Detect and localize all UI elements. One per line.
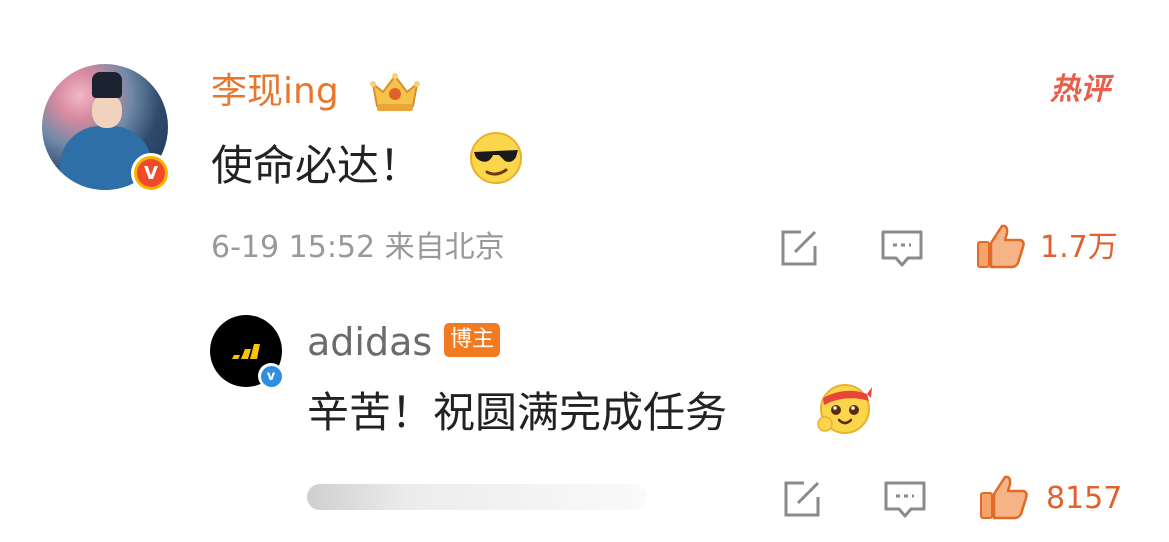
- comment-username[interactable]: 李现ing: [211, 68, 339, 116]
- verified-badge-icon: v: [258, 363, 284, 389]
- comment-time: 15:52: [288, 230, 376, 265]
- avatar-face: [92, 94, 122, 128]
- like-thumb-icon[interactable]: [978, 473, 1030, 521]
- comment-location: 来自北京: [384, 230, 505, 265]
- comment-text: 使命必达！: [211, 141, 422, 190]
- hot-comment-badge: 热评: [1050, 72, 1110, 107]
- comment-meta: 6-19 15:52 来自北京: [211, 228, 505, 268]
- blessing-emoji-icon: [815, 378, 873, 436]
- reply-username[interactable]: adidas: [307, 318, 432, 366]
- like-thumb-icon[interactable]: [975, 222, 1027, 270]
- like-count: 1.7万: [1040, 230, 1118, 265]
- share-icon[interactable]: [777, 226, 821, 270]
- blogger-badge: 博主: [444, 323, 501, 357]
- verified-badge-icon: V: [131, 153, 171, 193]
- like-count: 8157: [1046, 481, 1123, 516]
- comment-date: 6-19: [211, 230, 280, 265]
- crown-icon: [367, 70, 423, 114]
- reply-text: 辛苦！祝圆满完成任务: [307, 388, 728, 437]
- comment-icon[interactable]: [883, 477, 927, 521]
- comment-icon[interactable]: [880, 226, 924, 270]
- share-icon[interactable]: [780, 477, 824, 521]
- blurred-meta: [307, 484, 647, 510]
- cool-sunglasses-emoji-icon: [468, 130, 524, 186]
- avatar-hat: [92, 72, 122, 98]
